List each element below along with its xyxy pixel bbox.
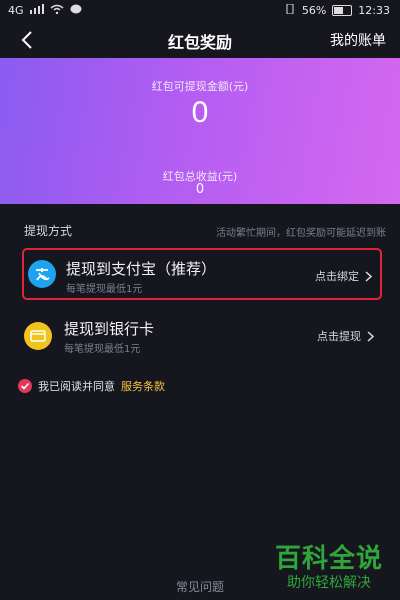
agreement-text: 我已阅读并同意 (38, 380, 115, 393)
bank-card-icon (24, 322, 52, 350)
chevron-right-icon (365, 270, 372, 282)
withdraw-bank-label: 点击提现 (317, 330, 361, 343)
battery-percent: 56% (301, 4, 327, 17)
terms-link[interactable]: 服务条款 (121, 378, 165, 394)
alipay-title: 提现到支付宝（推荐） (66, 260, 217, 278)
withdrawable-label: 红包可提现金额(元) (151, 80, 249, 93)
battery-icon (332, 5, 353, 16)
watermark-subtitle: 助你轻松解决 (287, 575, 371, 591)
signal-label: 4G (8, 4, 24, 17)
agreement-row: 我已阅读并同意 服务条款 (18, 378, 165, 394)
watermark-title: 百科全说 (274, 544, 383, 574)
bank-min-note: 每笔提现最低1元 (64, 344, 141, 355)
total-earnings-amount: 0 (195, 182, 205, 197)
chevron-right-icon (367, 330, 374, 342)
watermark: 百科全说 助你轻松解决 (264, 538, 394, 596)
wifi-icon (50, 4, 64, 17)
message-icon (70, 4, 82, 17)
bank-title: 提现到银行卡 (64, 320, 155, 338)
vibrate-icon (284, 3, 296, 17)
checkmark-icon (20, 382, 30, 390)
navbar: 红包奖励 我的账单 (0, 22, 400, 58)
bind-alipay-button[interactable]: 点击绑定 (315, 268, 372, 284)
agree-checkbox[interactable] (18, 379, 32, 393)
reward-summary-card: 红包可提现金额(元) 0 红包总收益(元) 0 (0, 58, 400, 204)
clock: 12:33 (358, 4, 390, 17)
alipay-icon (28, 260, 56, 288)
withdrawable-amount: 0 (191, 96, 209, 129)
withdraw-alipay-option[interactable]: 提现到支付宝（推荐） 每笔提现最低1元 点击绑定 (22, 248, 382, 300)
delay-notice: 活动繁忙期间，红包奖励可能延迟到账 (216, 228, 386, 239)
withdraw-method-heading: 提现方式 (24, 224, 73, 238)
signal-icon (29, 4, 44, 17)
my-bill-link[interactable]: 我的账单 (330, 30, 386, 50)
status-bar: 4G 56% 12:33 (0, 0, 400, 22)
withdraw-bank-option[interactable]: 提现到银行卡 每笔提现最低1元 点击提现 (22, 308, 382, 360)
alipay-min-note: 每笔提现最低1元 (66, 284, 143, 295)
bind-alipay-label: 点击绑定 (315, 270, 359, 283)
withdraw-bank-button[interactable]: 点击提现 (317, 328, 374, 344)
